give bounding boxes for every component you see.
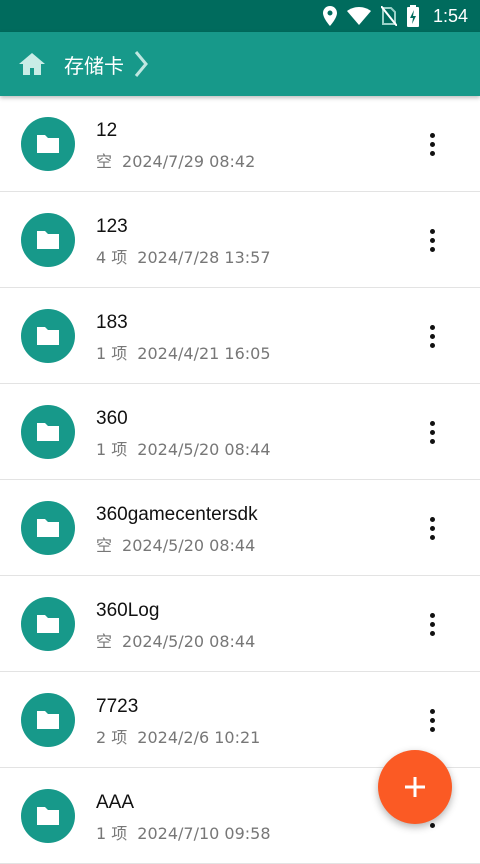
file-name: 183	[96, 312, 128, 333]
list-item[interactable]: 12 空 2024/7/29 08:42	[0, 96, 480, 192]
item-count: 2 项	[96, 728, 128, 747]
home-icon[interactable]	[18, 52, 46, 76]
clock: 1:54	[432, 5, 468, 26]
file-name: 123	[96, 216, 128, 237]
file-meta: 空 2024/7/29 08:42	[96, 148, 255, 172]
modified-date: 2024/4/21 16:05	[137, 344, 271, 363]
add-button[interactable]	[378, 750, 452, 824]
file-meta: 1 项 2024/4/21 16:05	[96, 340, 271, 364]
item-count: 4 项	[96, 248, 128, 267]
no-sim-icon	[380, 6, 397, 26]
modified-date: 2024/7/29 08:42	[122, 152, 256, 171]
list-item[interactable]: 360gamecentersdk 空 2024/5/20 08:44	[0, 480, 480, 576]
chevron-right-icon	[134, 51, 148, 77]
folder-icon	[21, 405, 75, 459]
modified-date: 2024/7/28 13:57	[137, 248, 271, 267]
modified-date: 2024/5/20 08:44	[137, 440, 271, 459]
location-icon	[322, 6, 337, 26]
status-bar: 1:54	[0, 0, 480, 32]
app-bar: 存储卡	[0, 32, 480, 96]
file-list: 12 空 2024/7/29 08:42 123 4 项 2024/7/28 13:57 1…	[0, 96, 480, 864]
more-options-icon[interactable]	[420, 224, 444, 256]
more-options-icon[interactable]	[420, 128, 444, 160]
list-item[interactable]: 360Log 空 2024/5/20 08:44	[0, 576, 480, 672]
modified-date: 2024/5/20 08:44	[122, 632, 256, 651]
folder-icon	[21, 309, 75, 363]
folder-icon	[21, 501, 75, 555]
more-options-icon[interactable]	[420, 704, 444, 736]
list-item[interactable]: 360 1 项 2024/5/20 08:44	[0, 384, 480, 480]
folder-icon	[21, 597, 75, 651]
item-count: 空	[96, 536, 113, 555]
file-name: 7723	[96, 696, 139, 717]
more-options-icon[interactable]	[420, 608, 444, 640]
file-meta: 1 项 2024/7/10 09:58	[96, 820, 271, 844]
plus-icon	[405, 777, 425, 797]
more-options-icon[interactable]	[420, 320, 444, 352]
file-name: 360	[96, 408, 128, 429]
folder-icon	[21, 117, 75, 171]
modified-date: 2024/2/6 10:21	[137, 728, 261, 747]
more-options-icon[interactable]	[420, 512, 444, 544]
list-item[interactable]: 123 4 项 2024/7/28 13:57	[0, 192, 480, 288]
folder-icon	[21, 693, 75, 747]
item-count: 1 项	[96, 344, 128, 363]
item-count: 1 项	[96, 440, 128, 459]
file-name: AAA	[96, 792, 135, 813]
item-count: 空	[96, 632, 113, 651]
file-meta: 4 项 2024/7/28 13:57	[96, 244, 271, 268]
file-meta: 2 项 2024/2/6 10:21	[96, 724, 260, 748]
list-item[interactable]: 183 1 项 2024/4/21 16:05	[0, 288, 480, 384]
wifi-icon	[346, 7, 371, 25]
file-name: 360Log	[96, 600, 160, 621]
folder-icon	[21, 213, 75, 267]
breadcrumb-storage-card[interactable]: 存储卡	[64, 50, 124, 79]
item-count: 空	[96, 152, 113, 171]
folder-icon	[21, 789, 75, 843]
modified-date: 2024/7/10 09:58	[137, 824, 271, 843]
file-meta: 空 2024/5/20 08:44	[96, 628, 255, 652]
file-name: 12	[96, 120, 118, 141]
battery-charging-icon	[406, 5, 419, 27]
modified-date: 2024/5/20 08:44	[122, 536, 256, 555]
more-options-icon[interactable]	[420, 416, 444, 448]
file-meta: 1 项 2024/5/20 08:44	[96, 436, 271, 460]
item-count: 1 项	[96, 824, 128, 843]
file-name: 360gamecentersdk	[96, 504, 258, 525]
file-meta: 空 2024/5/20 08:44	[96, 532, 255, 556]
